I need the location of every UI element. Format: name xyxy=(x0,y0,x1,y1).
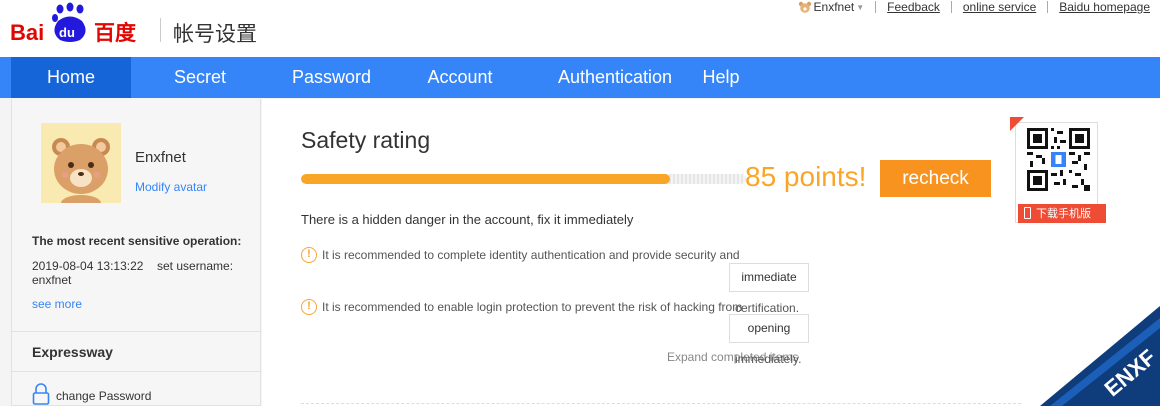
watermark-logo: ENXF xyxy=(1040,306,1160,406)
main-nav: Home Secret Password Account Authenticat… xyxy=(0,57,1160,98)
link-separator xyxy=(1047,1,1049,13)
recheck-button[interactable]: recheck xyxy=(880,160,991,197)
link-separator xyxy=(875,1,877,13)
warning-icon: ! xyxy=(301,247,317,263)
user-name: Enxfnet xyxy=(813,0,855,14)
warning-item: ! It is recommended to complete identity … xyxy=(301,247,901,263)
safety-points: 85 points! xyxy=(745,161,867,192)
expressway-title: Expressway xyxy=(32,344,113,360)
safety-progress-bar xyxy=(301,174,746,184)
warning-text: It is recommended to enable login protec… xyxy=(322,300,743,314)
recent-operation-value: enxfnet xyxy=(32,273,72,287)
nav-account[interactable]: Account xyxy=(415,57,505,98)
feedback-link[interactable]: Feedback xyxy=(887,0,940,14)
bear-avatar-icon xyxy=(41,123,121,203)
recent-operation-action: set username: xyxy=(157,259,234,273)
dashed-divider xyxy=(301,403,1021,404)
change-password-link[interactable]: change Password xyxy=(56,389,151,403)
svg-text:du: du xyxy=(59,25,75,40)
divider xyxy=(12,371,260,372)
download-mobile-badge[interactable]: 下载手机版 xyxy=(1018,204,1106,223)
divider xyxy=(12,331,260,332)
safety-progress-fill xyxy=(301,174,671,184)
warning-item: ! It is recommended to enable login prote… xyxy=(301,299,901,315)
svg-text:百度: 百度 xyxy=(94,21,136,45)
phone-icon xyxy=(1024,207,1031,219)
svg-text:Bai: Bai xyxy=(10,20,44,45)
nav-secret[interactable]: Secret xyxy=(160,57,240,98)
top-header: Bai du 百度 帐号设置 Enxfnet ▼ Feedback online… xyxy=(0,0,1160,57)
top-links: Enxfnet ▼ Feedback online service Baidu … xyxy=(798,0,1150,14)
avatar[interactable] xyxy=(41,123,121,203)
download-mobile-label: 下载手机版 xyxy=(1036,207,1091,220)
main-content: Safety rating 85 points! recheck There i… xyxy=(262,99,1160,406)
logo-divider xyxy=(160,18,161,42)
danger-message: There is a hidden danger in the account,… xyxy=(301,212,634,227)
qr-code-icon xyxy=(1027,128,1090,191)
baidu-homepage-link[interactable]: Baidu homepage xyxy=(1059,0,1150,14)
qr-corner-ribbon xyxy=(1010,117,1024,131)
safety-rating-title: Safety rating xyxy=(301,127,431,153)
qr-code-panel[interactable]: 下载手机版 xyxy=(1010,117,1106,223)
recent-operation-date: 2019-08-04 13:13:22 xyxy=(32,259,144,273)
immediate-button[interactable]: immediate xyxy=(729,263,809,292)
warning-tail: immediately. xyxy=(735,352,802,366)
sidebar-username: Enxfnet xyxy=(135,149,186,166)
chevron-down-icon: ▼ xyxy=(856,2,865,12)
opening-button[interactable]: opening xyxy=(729,314,809,343)
user-menu[interactable]: Enxfnet ▼ xyxy=(798,0,865,14)
lock-icon xyxy=(32,383,50,405)
modify-avatar-link[interactable]: Modify avatar xyxy=(135,180,207,194)
online-service-link[interactable]: online service xyxy=(963,0,1036,14)
nav-authentication[interactable]: Authentication xyxy=(545,57,685,98)
see-more-link[interactable]: see more xyxy=(32,297,82,311)
bear-icon xyxy=(798,1,811,13)
warning-icon: ! xyxy=(301,299,317,315)
nav-help[interactable]: Help xyxy=(696,57,746,98)
baidu-logo[interactable]: Bai du 百度 xyxy=(10,0,160,48)
link-separator xyxy=(950,1,952,13)
sidebar: Enxfnet Modify avatar The most recent se… xyxy=(11,99,261,406)
nav-password[interactable]: Password xyxy=(280,57,383,98)
warning-text: It is recommended to complete identity a… xyxy=(322,248,740,262)
logo-subtitle: 帐号设置 xyxy=(173,22,257,46)
recent-operation-title: The most recent sensitive operation: xyxy=(32,234,242,248)
nav-home[interactable]: Home xyxy=(11,57,131,98)
